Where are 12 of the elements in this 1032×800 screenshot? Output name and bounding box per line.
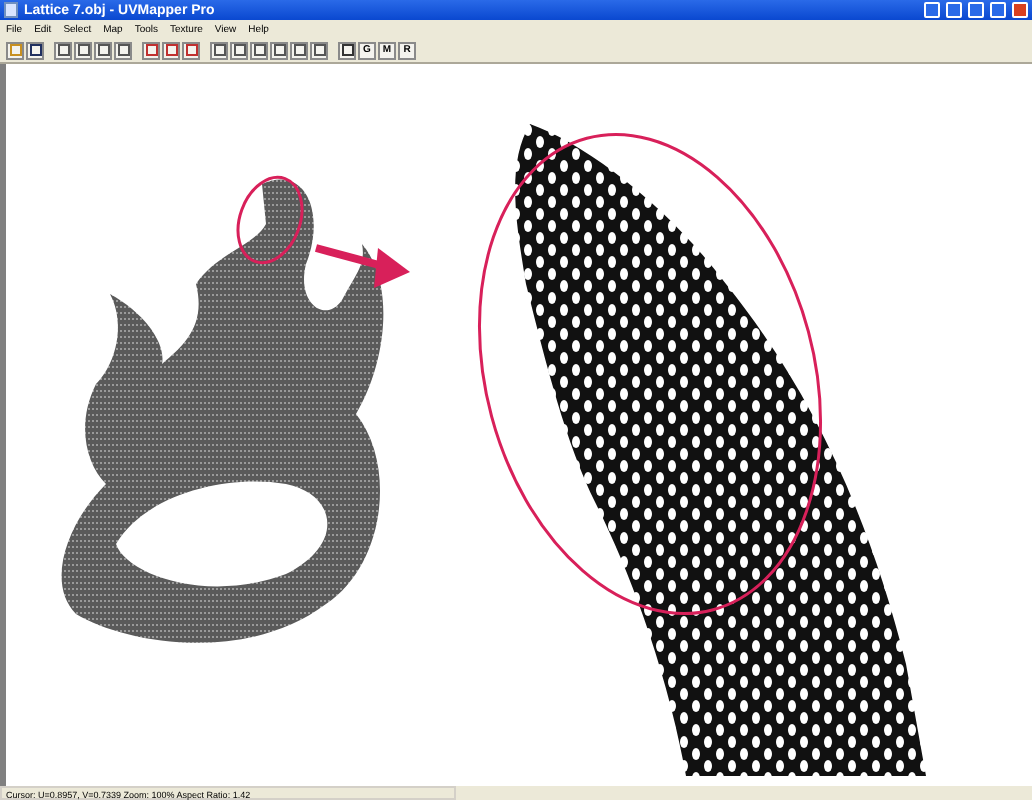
square-icon [213,44,225,56]
square-icon [273,44,285,56]
square-icon [253,44,265,56]
close-button[interactable] [1012,2,1028,18]
maximize-button[interactable] [990,2,1006,18]
arrow-drawing [314,244,410,288]
highlight-ellipse [236,175,304,265]
square-icon [293,44,305,56]
app-icon [4,2,18,18]
square-icon [233,44,245,56]
square-icon [313,44,325,56]
minimize-button[interactable] [968,2,984,18]
